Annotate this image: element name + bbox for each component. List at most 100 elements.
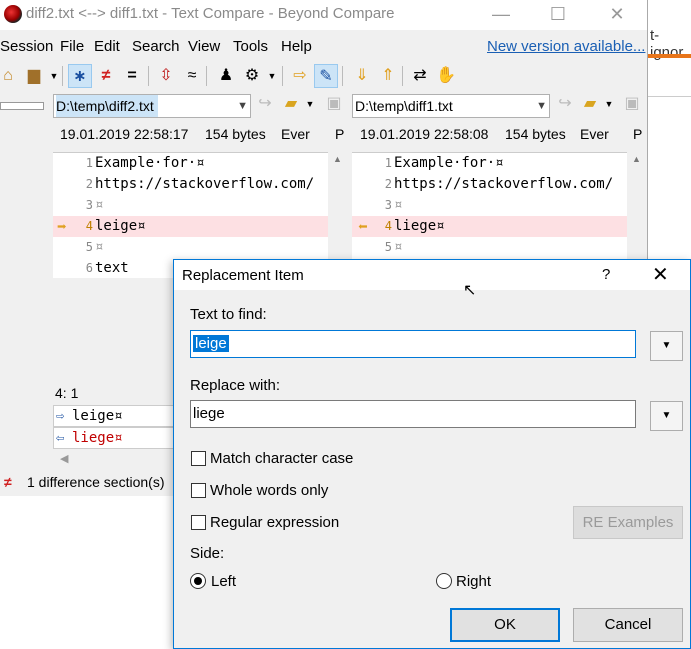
line-text: leige¤ <box>95 218 146 234</box>
copy-right-icon[interactable]: ⇨ <box>288 64 312 88</box>
close-window-button[interactable]: ✕ <box>594 0 640 30</box>
replace-with-label: Replace with: <box>190 377 281 394</box>
edit-icon[interactable]: ✎ <box>314 64 338 88</box>
line-text: ¤ <box>394 239 403 255</box>
minor-icon[interactable]: ≈ <box>180 64 204 88</box>
chevron-up-icon[interactable]: ▲ <box>632 154 641 164</box>
left-path-text: D:\temp\diff2.txt <box>56 95 158 117</box>
toolbar: ⌂ ▆ ▼ ∗ ≠ = ⇳ ≈ ♟ ⚙ ▼ ⇨ ✎ ⇓ ⇑ ⇄ ✋ <box>0 62 647 90</box>
title-bar: diff2.txt <--> diff1.txt - Text Compare … <box>0 0 647 30</box>
diff-arrow-icon: ➡ <box>57 217 67 236</box>
side-left-label[interactable]: Left <box>211 573 236 590</box>
match-case-label[interactable]: Match character case <box>210 450 353 467</box>
text-to-find-dropdown[interactable]: ▼ <box>650 331 683 361</box>
left-path-input[interactable]: D:\temp\diff2.txt ▼ <box>53 94 251 118</box>
new-version-link[interactable]: New version available... <box>487 38 645 55</box>
menu-search[interactable]: Search <box>132 38 180 55</box>
path-row: D:\temp\diff2.txt ▼ ↪ ▰ ▼ ▣ D:\temp\diff… <box>0 92 647 118</box>
regex-checkbox[interactable] <box>191 515 206 530</box>
right-timestamp: 19.01.2019 22:58:08 <box>360 126 489 142</box>
dialog-close-button[interactable]: ✕ <box>652 262 669 287</box>
menu-session[interactable]: Session <box>0 38 53 55</box>
line-text: https://stackoverflow.com/ <box>95 176 315 192</box>
line-number: 1 <box>85 156 93 170</box>
right-path-text: D:\temp\diff1.txt <box>355 98 453 114</box>
dropdown-icon[interactable]: ▼ <box>597 92 621 116</box>
text-line: 5 ¤ <box>53 237 328 258</box>
rules-icon[interactable]: ♟ <box>214 64 238 88</box>
cancel-button[interactable]: Cancel <box>573 608 683 642</box>
text-line: 3 ¤ <box>53 195 328 216</box>
diff-arrow-icon: ⬅ <box>358 217 368 236</box>
match-case-checkbox[interactable] <box>191 451 206 466</box>
arrow-left-icon: ⇦ <box>56 430 65 446</box>
toolbar-separator <box>402 66 403 86</box>
line-number: 2 <box>85 177 93 191</box>
context-icon[interactable]: ⇳ <box>154 64 178 88</box>
dialog-title-bar: Replacement Item ? ✕ ↖ <box>174 260 690 299</box>
menu-tools[interactable]: Tools <box>233 38 268 55</box>
next-diff-icon[interactable]: ⇓ <box>350 64 374 88</box>
line-text: ¤ <box>95 197 104 213</box>
menu-file[interactable]: File <box>60 38 84 55</box>
dropdown-icon[interactable]: ▼ <box>298 92 322 116</box>
side-left-radio[interactable] <box>190 573 206 589</box>
dropdown-icon[interactable]: ▼ <box>260 64 284 88</box>
ok-button[interactable]: OK <box>450 608 560 642</box>
toolbar-separator <box>206 66 207 86</box>
text-to-find-value: leige <box>193 335 229 352</box>
text-line: 3 ¤ <box>352 195 627 216</box>
side-right-label[interactable]: Right <box>456 573 491 590</box>
side-label: Side: <box>190 545 225 562</box>
mouse-cursor-icon: ↖ <box>463 282 477 299</box>
dialog-title: Replacement Item <box>182 267 304 284</box>
show-same-icon[interactable]: = <box>120 64 144 88</box>
diff-line: 4 leige¤ <box>53 216 328 237</box>
right-encoding: Ever <box>580 126 609 142</box>
re-examples-button[interactable]: RE Examples <box>573 506 683 539</box>
minimize-button[interactable]: — <box>478 0 524 30</box>
replacement-item-dialog: Replacement Item ? ✕ ↖ Text to find: lei… <box>173 259 691 649</box>
next-file-icon[interactable]: ↪ <box>253 92 277 116</box>
text-to-find-input[interactable]: leige <box>190 330 636 358</box>
toolbar-separator <box>62 66 63 86</box>
maximize-button[interactable]: ☐ <box>535 0 581 30</box>
right-p: P <box>633 126 643 142</box>
side-right-radio[interactable] <box>436 573 452 589</box>
replace-with-dropdown[interactable]: ▼ <box>650 401 683 431</box>
menu-edit[interactable]: Edit <box>94 38 120 55</box>
whole-words-checkbox[interactable] <box>191 483 206 498</box>
menu-help[interactable]: Help <box>281 38 312 55</box>
status-text: 1 difference section(s) <box>27 474 165 490</box>
replace-with-input[interactable]: liege <box>190 400 636 428</box>
chevron-down-icon[interactable]: ▼ <box>237 95 248 117</box>
save-icon[interactable]: ▣ <box>620 92 644 116</box>
next-file-icon[interactable]: ↪ <box>553 92 577 116</box>
line-number: 5 <box>85 240 93 254</box>
line-text: Example·for·¤ <box>95 155 205 171</box>
line-number: 5 <box>384 240 392 254</box>
text-line: 2 https://stackoverflow.com/ <box>352 174 627 195</box>
chevron-up-icon[interactable]: ▲ <box>333 154 342 164</box>
chevron-down-icon[interactable]: ▼ <box>536 95 547 117</box>
line-text: https://stackoverflow.com/ <box>394 176 614 192</box>
show-diffs-icon[interactable]: ≠ <box>94 64 118 88</box>
right-path-input[interactable]: D:\temp\diff1.txt ▼ <box>352 94 550 118</box>
prev-diff-icon[interactable]: ⇑ <box>376 64 400 88</box>
line-text: text <box>95 260 129 276</box>
home-icon[interactable]: ⌂ <box>0 64 20 88</box>
regex-label[interactable]: Regular expression <box>210 514 339 531</box>
show-all-icon[interactable]: ∗ <box>68 64 92 88</box>
menu-bar: Session File Edit Search View Tools Help… <box>0 36 647 58</box>
menu-view[interactable]: View <box>188 38 220 55</box>
reload-icon[interactable]: ✋ <box>434 64 458 88</box>
text-line: 1 Example·for·¤ <box>53 153 328 174</box>
chevron-left-icon[interactable]: ◀ <box>60 452 68 465</box>
app-logo-icon <box>4 5 22 23</box>
line-number: 2 <box>384 177 392 191</box>
whole-words-label[interactable]: Whole words only <box>210 482 328 499</box>
help-button[interactable]: ? <box>602 266 610 283</box>
swap-icon[interactable]: ⇄ <box>408 64 432 88</box>
line-text: Example·for·¤ <box>394 155 504 171</box>
save-icon[interactable]: ▣ <box>322 92 346 116</box>
